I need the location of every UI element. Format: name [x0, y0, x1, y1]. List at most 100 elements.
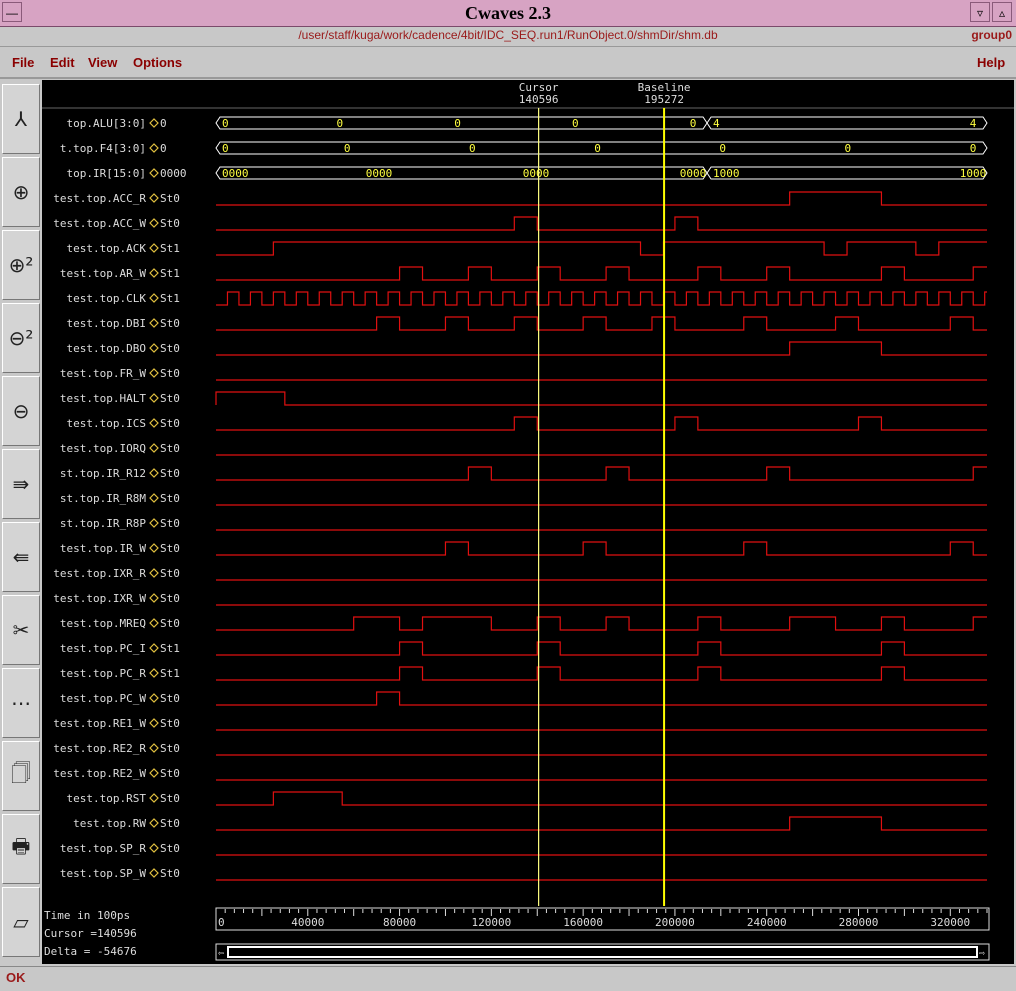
signal-row[interactable]: test.top.AR_W St1 — [60, 266, 987, 281]
signal-row[interactable]: test.top.IR_W St0 — [60, 541, 987, 556]
signal-row[interactable]: test.top.PC_R St1 — [60, 666, 987, 681]
signal-name[interactable]: test.top.FR_W — [60, 367, 146, 380]
signal-row[interactable]: st.top.IR_R8M St0 — [60, 492, 987, 506]
waveform-window[interactable]: Cursor 140596 Baseline 195272 top.ALU[3:0] 0 0… — [42, 80, 1014, 906]
menu-options[interactable]: Options — [133, 55, 182, 70]
signal-row[interactable]: test.top.RE1_W St0 — [53, 717, 987, 731]
signal-name[interactable]: test.top.PC_W — [60, 692, 146, 705]
menu-help[interactable]: Help — [977, 55, 1005, 70]
tool-zoom-full-button[interactable]: ⊖ — [2, 376, 40, 446]
signal-row[interactable]: test.top.PC_W St0 — [60, 691, 987, 706]
signal-row[interactable]: test.top.ACC_R St0 — [53, 191, 987, 206]
path-bar: /user/staff/kuga/work/cadence/4bit/IDC_S… — [0, 27, 1016, 47]
tool-zoom-out-button[interactable]: ⊖² — [2, 303, 40, 373]
signal-name[interactable]: test.top.SP_W — [60, 867, 146, 880]
scroll-right-icon[interactable]: ⇨ — [979, 948, 985, 959]
signal-name[interactable]: test.top.DBI — [67, 317, 146, 330]
signal-name[interactable]: test.top.RW — [73, 817, 146, 830]
tool-bottle-button[interactable]: 🗍 — [2, 741, 40, 811]
signal-name[interactable]: test.top.DBO — [67, 342, 146, 355]
tool-print-button[interactable]: 🖶 — [2, 814, 40, 884]
signal-row[interactable]: test.top.IORQ St0 — [60, 442, 987, 456]
signal-name[interactable]: st.top.IR_R8P — [60, 517, 146, 530]
signal-name[interactable]: test.top.CLK — [67, 292, 147, 305]
signal-row[interactable]: st.top.IR_R12 St0 — [60, 466, 987, 481]
signal-row[interactable]: test.top.MREQ St0 — [60, 616, 987, 631]
signal-row[interactable]: test.top.ACK St1 — [67, 241, 987, 256]
signal-row[interactable]: test.top.RE2_W St0 — [53, 767, 987, 781]
signal-name[interactable]: test.top.IXR_W — [53, 592, 146, 605]
tool-search-forward-button[interactable]: ⇛ — [2, 449, 40, 519]
signal-name[interactable]: test.top.MREQ — [60, 617, 146, 630]
tool-paste-button[interactable]: ⋯ — [2, 668, 40, 738]
tool-cut-button[interactable]: ✂ — [2, 595, 40, 665]
signal-row[interactable]: test.top.RST St0 — [67, 791, 987, 806]
signal-row[interactable]: test.top.CLK St1 — [67, 291, 987, 306]
menu-view[interactable]: View — [88, 55, 117, 70]
menu-file[interactable]: File — [12, 55, 34, 70]
signal-name[interactable]: test.top.RST — [67, 792, 147, 805]
signal-name[interactable]: st.top.IR_R8M — [60, 492, 146, 505]
signal-name[interactable]: test.top.RE1_W — [53, 717, 146, 730]
signal-row[interactable]: test.top.RE2_R St0 — [53, 742, 987, 756]
signal-name[interactable]: t.top.F4[3:0] — [60, 142, 146, 155]
signal-name[interactable]: test.top.RE2_W — [53, 767, 146, 780]
tool-zoom-in-button[interactable]: ⊕² — [2, 230, 40, 300]
bus-value-label: 4 — [970, 117, 977, 130]
signal-name[interactable]: top.IR[15:0] — [67, 167, 146, 180]
signal-row[interactable]: test.top.ICS St0 — [67, 416, 987, 431]
signal-row[interactable]: test.top.DBO St0 — [67, 341, 987, 356]
signal-name[interactable]: test.top.IORQ — [60, 442, 146, 455]
tool-edit-button[interactable]: ▱ — [2, 887, 40, 957]
signal-name[interactable]: top.ALU[3:0] — [67, 117, 146, 130]
signal-row[interactable]: test.top.FR_W St0 — [60, 367, 987, 381]
bus-value-label: 1000 — [960, 167, 987, 180]
menu-edit[interactable]: Edit — [50, 55, 75, 70]
signal-name[interactable]: test.top.ACC_W — [53, 217, 146, 230]
signal-name[interactable]: test.top.IXR_R — [53, 567, 146, 580]
signal-row[interactable]: test.top.RW St0 — [73, 816, 987, 831]
ruler-tick-label: 240000 — [747, 916, 787, 929]
signal-name[interactable]: test.top.SP_R — [60, 842, 146, 855]
signal-name[interactable]: test.top.RE2_R — [53, 742, 146, 755]
baseline-value: 195272 — [644, 93, 684, 106]
signal-name[interactable]: test.top.ACK — [67, 242, 147, 255]
signal-value: St0 — [160, 392, 180, 405]
signal-row[interactable]: test.top.HALT St0 — [60, 391, 987, 406]
diamond-icon — [149, 768, 159, 778]
signal-row[interactable]: st.top.IR_R8P St0 — [60, 517, 987, 531]
maximize-button[interactable]: ▵ — [992, 2, 1012, 22]
window-menu-button[interactable]: ― — [2, 2, 22, 22]
signal-row[interactable]: test.top.IXR_W St0 — [53, 592, 987, 606]
minimize-button[interactable]: ▿ — [970, 2, 990, 22]
signal-name[interactable]: test.top.ACC_R — [53, 192, 146, 205]
signal-name[interactable]: test.top.ICS — [67, 417, 146, 430]
signal-name[interactable]: test.top.PC_R — [60, 667, 146, 680]
scroll-left-icon[interactable]: ⇦ — [218, 948, 224, 959]
signal-name[interactable]: test.top.AR_W — [60, 267, 146, 280]
tool-zoom-fit-button[interactable]: ⊕ — [2, 157, 40, 227]
signal-row[interactable]: test.top.DBI St0 — [67, 316, 987, 331]
signal-row[interactable]: test.top.SP_R St0 — [60, 842, 987, 856]
waveform-canvas[interactable]: Cursor140596Baseline195272top.ALU[3:0] 0 0… — [42, 80, 1014, 906]
signal-row[interactable]: test.top.PC_I St1 — [60, 641, 987, 656]
diamond-icon — [149, 743, 159, 753]
scroll-thumb[interactable] — [227, 946, 978, 958]
signal-value: St0 — [160, 742, 180, 755]
signal-name[interactable]: test.top.IR_W — [60, 542, 146, 555]
ruler-tick-label: 160000 — [563, 916, 603, 929]
signal-row[interactable]: t.top.F4[3:0] 0 0 0 0 0 0 0 0 — [60, 141, 988, 155]
cut-icon: ✂ — [12, 618, 30, 642]
signal-name[interactable]: test.top.HALT — [60, 392, 146, 405]
time-ruler[interactable]: 0 40000 80000 120000 160000 200000 240000 28000… — [42, 906, 1014, 964]
signal-row[interactable]: top.ALU[3:0] 0 0 0 0 0 0 4 4 — [67, 116, 988, 130]
signal-row[interactable]: test.top.SP_W St0 — [60, 867, 987, 881]
signal-row[interactable]: top.IR[15:0] 0000 0000 0000 0000 0000 1000 1000 — [67, 166, 988, 180]
tool-expand-button[interactable]: ⅄ — [2, 84, 40, 154]
signal-row[interactable]: test.top.IXR_R St0 — [53, 567, 987, 581]
title-bar[interactable]: Cwaves 2.3 ― ▿ ▵ — [0, 0, 1016, 27]
tool-search-backward-button[interactable]: ⇚ — [2, 522, 40, 592]
signal-name[interactable]: test.top.PC_I — [60, 642, 146, 655]
signal-row[interactable]: test.top.ACC_W St0 — [53, 216, 987, 231]
signal-name[interactable]: st.top.IR_R12 — [60, 467, 146, 480]
